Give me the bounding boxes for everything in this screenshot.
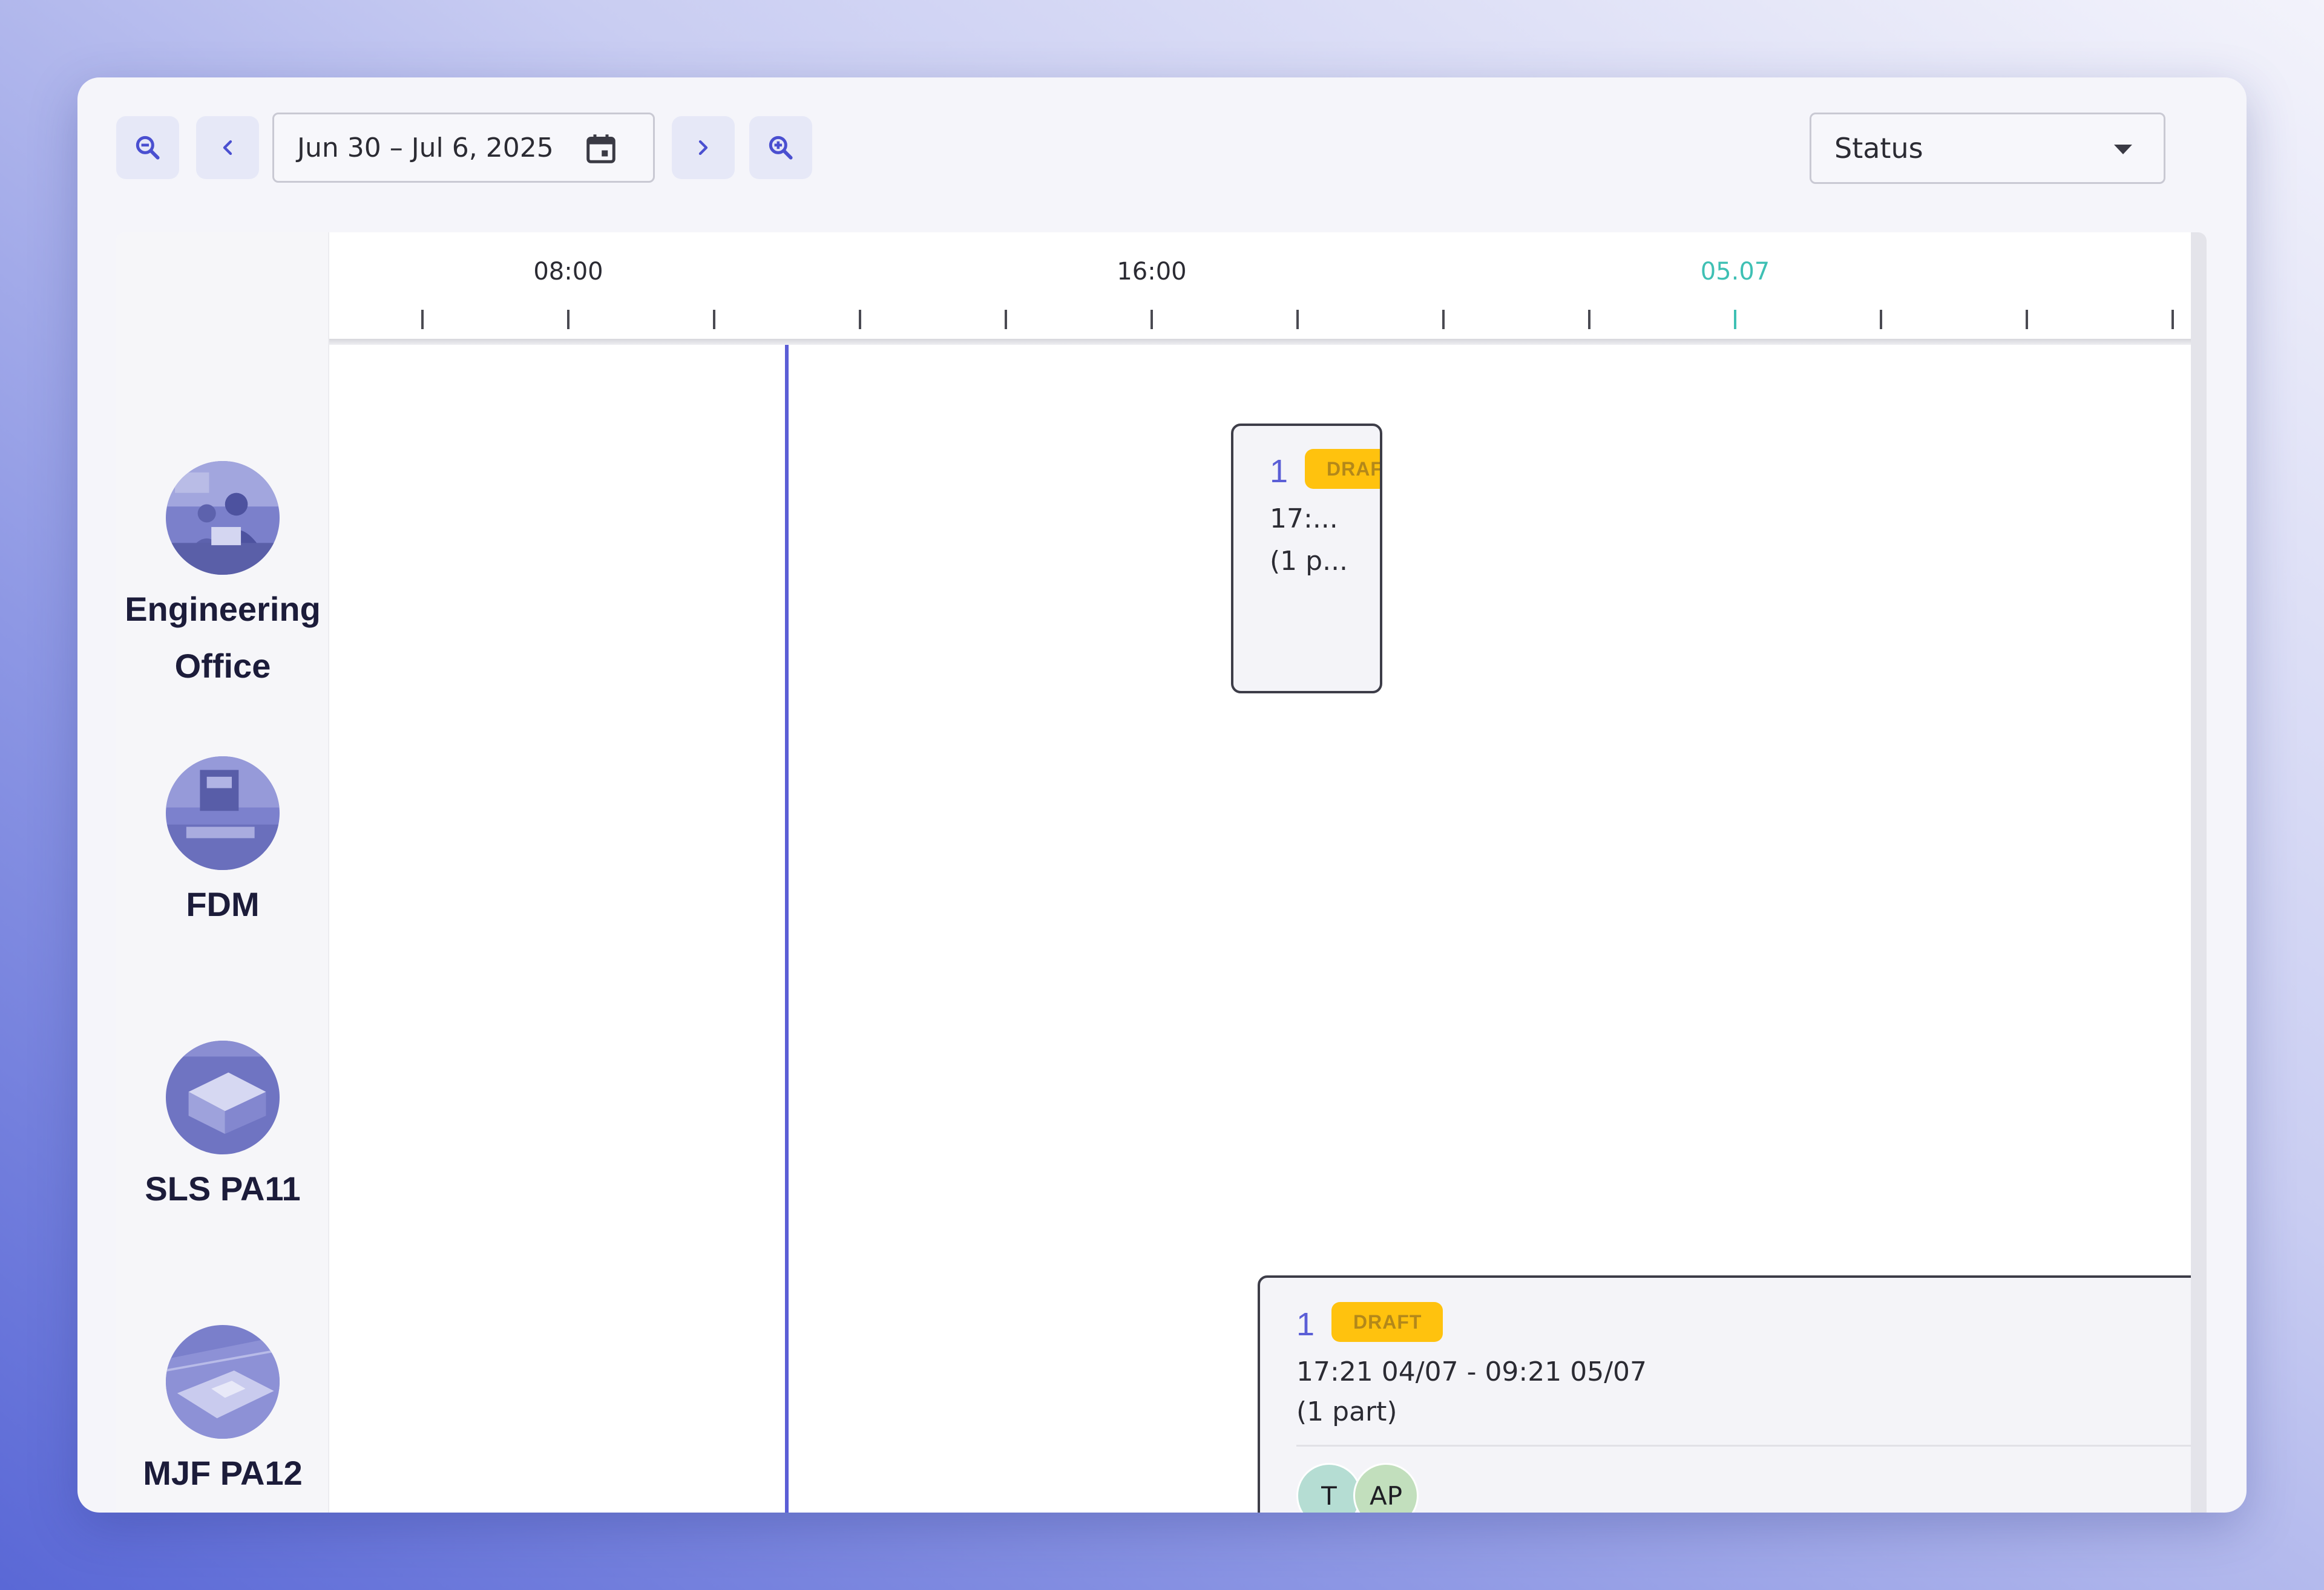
- timeline-tick: [1880, 310, 1882, 329]
- job-number: 1: [1296, 1306, 1315, 1343]
- zoom-in-button[interactable]: [749, 116, 812, 179]
- status-filter-select[interactable]: Status: [1810, 113, 2165, 184]
- timeline-tick: [421, 310, 424, 329]
- current-time-indicator: [785, 345, 789, 1513]
- timeline-tick: [2026, 310, 2028, 329]
- job-card-divider: [1296, 1445, 2207, 1447]
- zoom-in-icon: [769, 136, 793, 160]
- timeline-tick: [1005, 310, 1007, 329]
- previous-week-button[interactable]: [196, 116, 259, 179]
- timeline-tick: [1151, 310, 1153, 329]
- assignee-avatar[interactable]: AP: [1353, 1463, 1419, 1513]
- chevron-left-icon: [223, 140, 232, 155]
- resource-name: FDM: [186, 885, 260, 923]
- timeline-tick: [1588, 310, 1590, 329]
- assignee-avatar[interactable]: T: [1296, 1463, 1362, 1513]
- timeline-tick: [1442, 310, 1445, 329]
- timeline-tick: [2171, 310, 2174, 329]
- resource-mjf-pa12[interactable]: MJF PA12: [116, 1325, 329, 1502]
- job-number: 1: [1270, 453, 1288, 489]
- vertical-scrollbar[interactable]: [2191, 232, 2207, 1513]
- timeline-tick: [713, 310, 715, 329]
- zoom-out-button[interactable]: [116, 116, 179, 179]
- app-window: Jun 30 – Jul 6, 2025 Status 08:00 16:00 05: [77, 77, 2247, 1513]
- timeline-tick-label: 08:00: [533, 258, 603, 286]
- timeline-tick-label: 16:00: [1117, 258, 1187, 286]
- job-card-engineering-office[interactable]: 1 DRAFT 17:... (1 p...: [1231, 424, 1382, 693]
- resource-avatar: [166, 1325, 280, 1439]
- job-parts: (1 p...: [1270, 546, 1348, 577]
- scheduler-calendar: 08:00 16:00 05.07 Engineering Office FDM…: [116, 232, 2207, 1513]
- resource-engineering-office[interactable]: Engineering Office: [116, 461, 329, 695]
- job-parts: (1 part): [1296, 1396, 1397, 1427]
- timeline-tick-label: 05.07: [1700, 258, 1770, 286]
- status-badge-draft: DRAFT: [1305, 449, 1380, 489]
- timeline-tick: [1296, 310, 1299, 329]
- next-week-button[interactable]: [672, 116, 735, 179]
- job-time: 17:21 04/07 - 09:21 05/07: [1296, 1356, 1647, 1387]
- zoom-out-icon: [136, 136, 160, 160]
- timeline-header-divider: [329, 339, 2191, 345]
- timeline-tick: [1734, 310, 1736, 329]
- resource-fdm[interactable]: FDM: [116, 756, 329, 933]
- job-time: 17:...: [1270, 503, 1338, 534]
- status-badge-draft: DRAFT: [1331, 1302, 1443, 1342]
- timeline-tick: [859, 310, 861, 329]
- chevron-right-icon: [698, 140, 708, 155]
- resource-avatar: [166, 756, 280, 870]
- date-range-text: Jun 30 – Jul 6, 2025: [297, 132, 554, 163]
- resource-avatar: [166, 1041, 280, 1154]
- resource-name: Engineering Office: [125, 590, 321, 685]
- resource-sls-pa11[interactable]: SLS PA11: [116, 1041, 329, 1217]
- job-card-mjf-pa12[interactable]: 1 DRAFT 17:21 04/07 - 09:21 05/07 (1 par…: [1258, 1275, 2207, 1513]
- status-select-value: Status: [1834, 132, 1923, 165]
- date-range-picker[interactable]: Jun 30 – Jul 6, 2025: [272, 113, 655, 183]
- resource-name: MJF PA12: [143, 1454, 303, 1492]
- resource-avatar: [166, 461, 280, 575]
- calendar-icon: [586, 134, 615, 163]
- caret-down-icon: [2114, 145, 2132, 154]
- resource-name: SLS PA11: [145, 1170, 301, 1208]
- timeline-tick: [567, 310, 570, 329]
